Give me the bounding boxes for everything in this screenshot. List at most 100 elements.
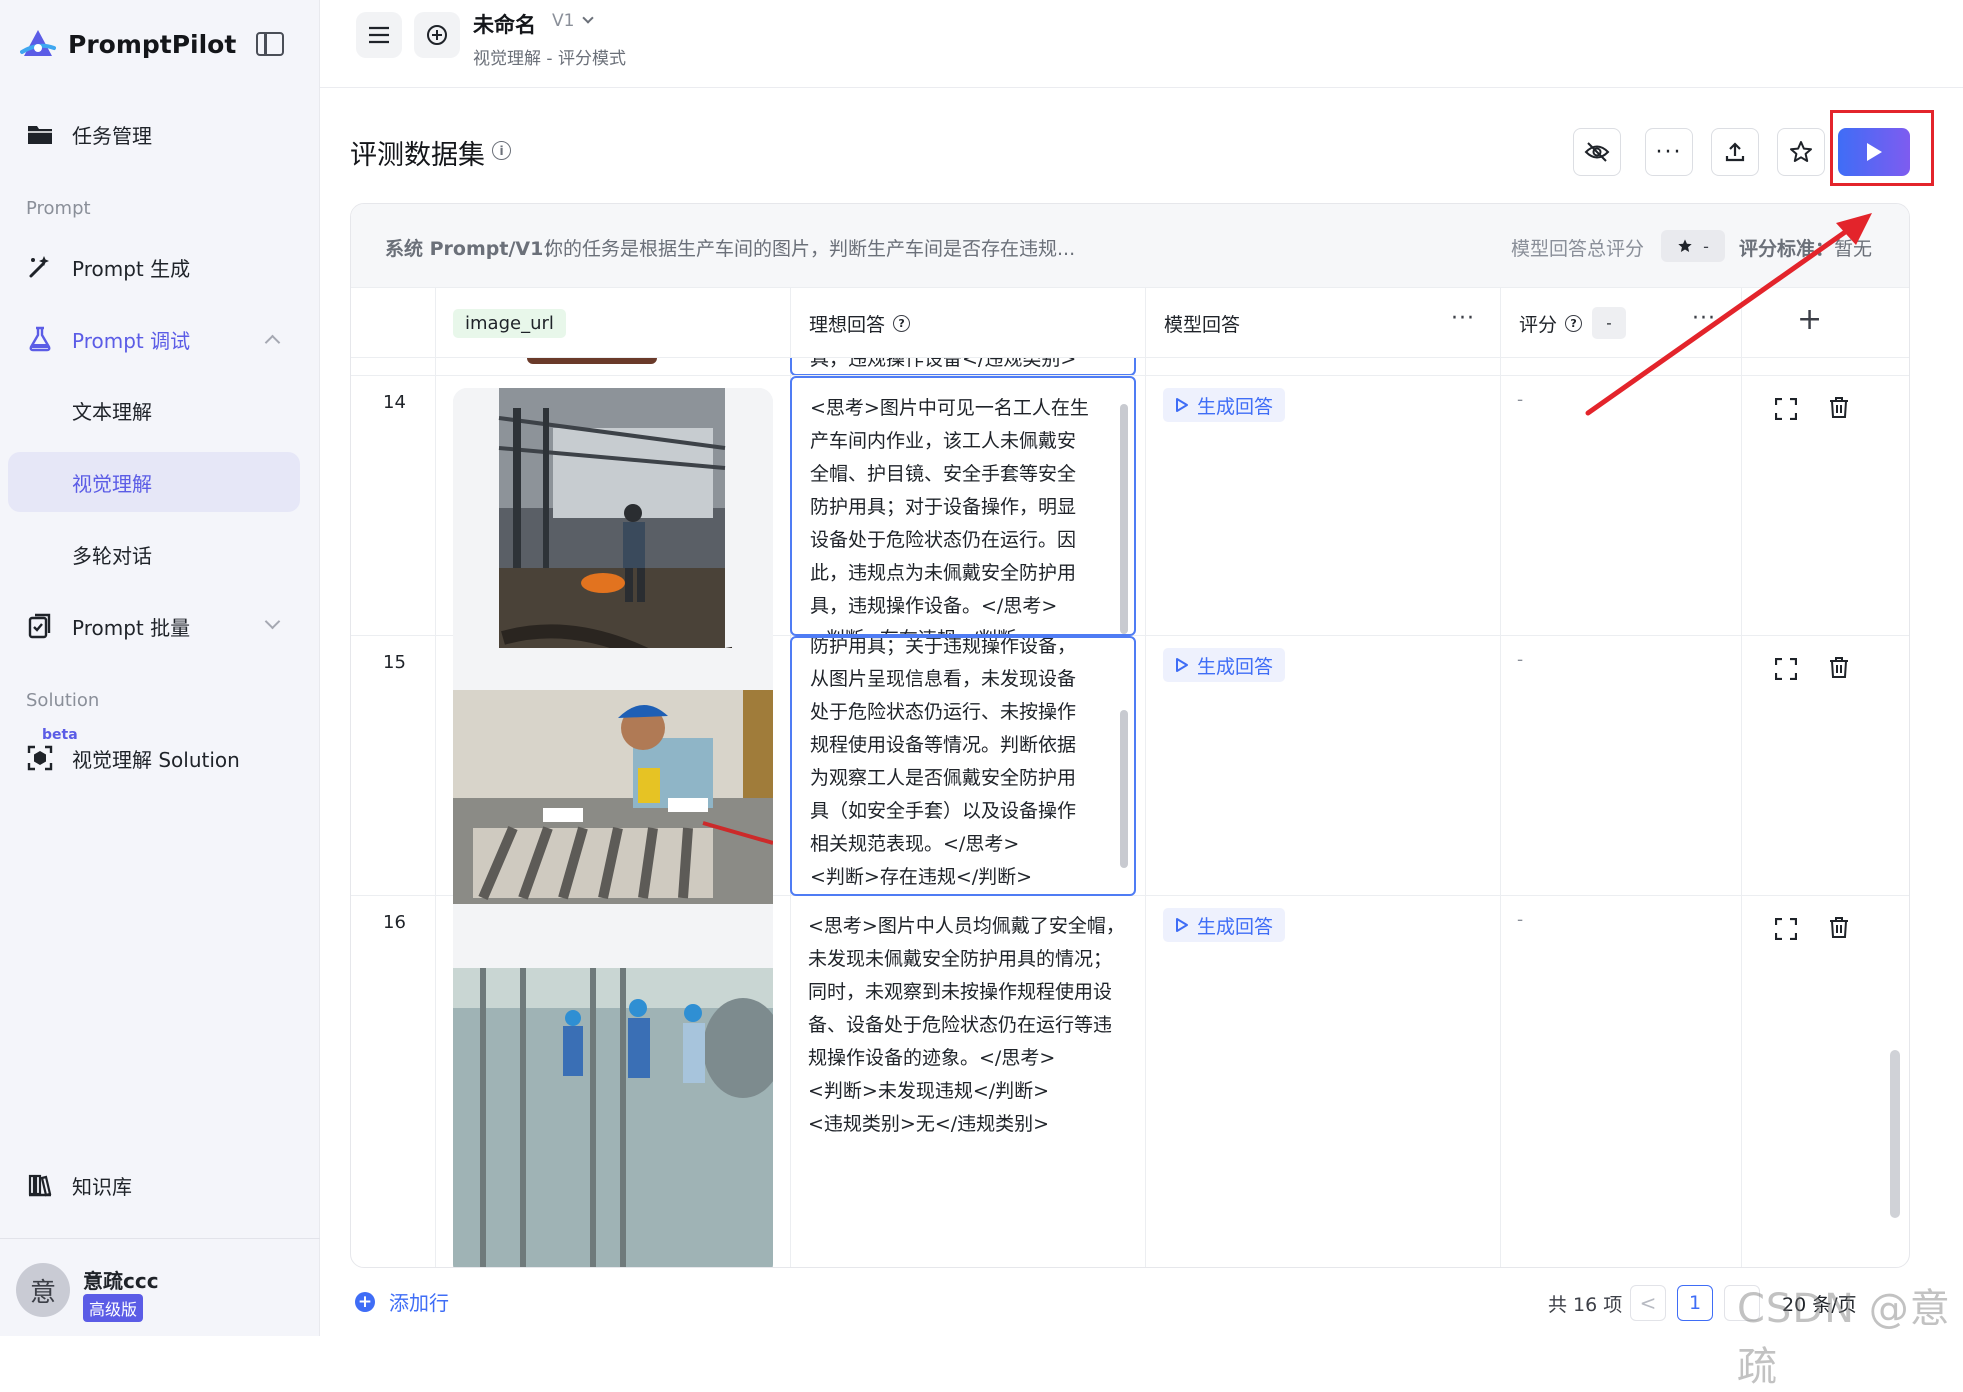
sidebar-item-text-understanding[interactable]: 文本理解: [8, 380, 300, 440]
ideal-answer-line: 防护用具；关于违规操作设备，: [810, 636, 1077, 657]
chevron-down-icon: [264, 613, 281, 630]
brand[interactable]: PromptPilot: [20, 26, 236, 62]
ideal-answer-line: 具，违规操作设备。</思考>: [810, 595, 1058, 617]
column-header-label: 评分: [1519, 313, 1558, 336]
sidebar-item-prompt-generate[interactable]: Prompt 生成: [8, 237, 300, 297]
ideal-answer-editor[interactable]: 防护用具；关于违规操作设备， 从图片呈现信息看，未发现设备 处于危险状态仍运行、未按…: [790, 636, 1136, 896]
generate-answer-button[interactable]: 生成回答: [1163, 908, 1285, 942]
brand-name: PromptPilot: [68, 29, 237, 59]
ideal-answer-line: <判断>存在违规</判断>: [810, 866, 1033, 888]
expand-icon[interactable]: [1775, 658, 1797, 680]
sidebar-item-prompt-batch[interactable]: Prompt 批量: [8, 596, 300, 656]
ideal-answer-editor[interactable]: <思考>图片中可见一名工人在生 产车间内作业，该工人未佩戴安 全帽、护目镜、安全手套…: [790, 376, 1136, 636]
row-number: 15: [383, 652, 406, 673]
row-number: 16: [383, 912, 406, 933]
sidebar: PromptPilot 任务管理 Prompt Prompt 生成 Prompt…: [0, 0, 320, 1336]
column-header-label: 理想回答: [809, 313, 886, 336]
score-value: -: [1517, 910, 1524, 930]
trash-icon[interactable]: [1828, 916, 1850, 938]
ideal-answer-line: <判断>存在违规</判断>: [810, 623, 1112, 634]
plus-circle-icon: [427, 25, 447, 45]
plus-icon: +: [355, 1291, 375, 1312]
hide-button[interactable]: [1573, 128, 1621, 176]
sidebar-item-prompt-debug[interactable]: Prompt 调试: [8, 309, 300, 369]
row-number: 14: [383, 392, 406, 413]
add-row-button[interactable]: + 添加行: [355, 1287, 449, 1316]
ideal-answer-line: 规程使用设备等情况。判断依据: [810, 734, 1077, 756]
sidebar-item-visual-solution[interactable]: 视觉理解 Solution: [8, 728, 300, 788]
play-outline-icon: [1176, 398, 1188, 412]
section-label-prompt: Prompt: [26, 198, 91, 219]
ideal-answer-text: 防护用具；关于违规操作设备， 从图片呈现信息看，未发现设备 处于危险状态仍运行、未按…: [810, 636, 1112, 894]
trash-icon[interactable]: [1828, 656, 1850, 678]
help-icon[interactable]: ?: [893, 314, 911, 332]
ideal-answer-line: <违规类别>无</违规类别>: [808, 1113, 1050, 1135]
user-profile[interactable]: 意 意疏ccc 高级版: [0, 1238, 320, 1336]
column-header-image-url[interactable]: image_url: [453, 288, 566, 358]
ideal-answer-line: <思考>图片中人员均佩戴了安全帽，: [808, 915, 1125, 937]
star-icon: [1790, 141, 1812, 162]
plant-photo-image: [453, 908, 773, 1267]
menu-button[interactable]: [356, 12, 402, 58]
sidebar-item-label: 视觉理解 Solution: [72, 747, 240, 772]
column-header-label: 模型回答: [1164, 313, 1241, 336]
folder-icon: [26, 120, 54, 148]
books-icon: [26, 1171, 54, 1199]
scrollbar[interactable]: [1120, 710, 1128, 868]
sidebar-item-label: 文本理解: [72, 399, 152, 424]
image-url-tag: image_url: [453, 308, 566, 338]
document-title[interactable]: 未命名: [473, 9, 536, 39]
play-outline-icon: [1176, 658, 1188, 672]
expand-icon[interactable]: [1775, 918, 1797, 940]
thumbnail-partial: [527, 358, 657, 364]
generate-answer-label: 生成回答: [1197, 655, 1274, 678]
pagination-page-1[interactable]: 1: [1677, 1285, 1713, 1321]
ideal-answer-line: 全帽、护目镜、安全手套等安全: [810, 463, 1077, 485]
version-select[interactable]: V1: [552, 11, 574, 31]
sidebar-collapse-icon[interactable]: [256, 32, 284, 56]
column-header-ideal[interactable]: 理想回答 ?: [809, 288, 911, 358]
score-value: -: [1517, 390, 1524, 410]
info-icon[interactable]: i: [492, 141, 511, 160]
upload-button[interactable]: [1711, 128, 1759, 176]
ideal-answer-line: 具（如安全手套）以及设备操作: [810, 800, 1077, 822]
ideal-answer-partial[interactable]: 具，违规操作设备</违规类别>: [790, 358, 1136, 375]
highlight-box-annotation: [1830, 110, 1934, 186]
generate-answer-button[interactable]: 生成回答: [1163, 648, 1285, 682]
sidebar-item-label: 知识库: [72, 1174, 132, 1199]
sidebar-item-knowledge-base[interactable]: 知识库: [8, 1155, 300, 1215]
favorite-button[interactable]: [1777, 128, 1825, 176]
new-button[interactable]: [414, 12, 460, 58]
system-prompt-text[interactable]: 你的任务是根据生产车间的图片，判断生产车间是否存在违规...: [544, 234, 1075, 261]
promptpilot-logo-icon: [20, 30, 56, 56]
sidebar-item-multi-turn[interactable]: 多轮对话: [8, 524, 300, 584]
table-scrollbar[interactable]: [1890, 1050, 1900, 1218]
generate-answer-button[interactable]: 生成回答: [1163, 388, 1285, 422]
eye-off-icon: [1584, 142, 1610, 162]
upload-icon: [1725, 142, 1745, 162]
chevron-down-icon[interactable]: [582, 12, 594, 24]
scrollbar[interactable]: [1120, 404, 1128, 634]
sidebar-item-visual-understanding[interactable]: 视觉理解: [8, 452, 300, 512]
more-icon: ···: [1655, 139, 1683, 165]
ideal-answer-editor[interactable]: <思考>图片中人员均佩戴了安全帽， 未发现未佩戴安全防护用具的情况； 同时，未观察到…: [790, 896, 1136, 1156]
ideal-answer-text: <思考>图片中人员均佩戴了安全帽， 未发现未佩戴安全防护用具的情况； 同时，未观察到…: [808, 910, 1125, 1141]
magic-wand-icon: [26, 253, 54, 281]
ideal-answer-line: 此，违规点为未佩戴安全防护用: [810, 562, 1077, 584]
ideal-answer-line: 备、设备处于危险状态仍在运行等违: [808, 1014, 1113, 1036]
sidebar-item-task-management[interactable]: 任务管理: [8, 104, 300, 164]
ideal-answer-line: 未发现未佩戴安全防护用具的情况；: [808, 948, 1113, 970]
table-row: 15 防护用具；关于违规操作设备， 从图片呈现信息看，未发现设备 处于危险状态仍运行…: [351, 636, 1909, 948]
more-button[interactable]: ···: [1645, 128, 1693, 176]
generate-answer-label: 生成回答: [1197, 395, 1274, 418]
sidebar-item-label: 视觉理解: [72, 471, 152, 496]
system-prompt-label: 系统 Prompt/V1：: [385, 238, 563, 260]
document-subtitle: 视觉理解 - 评分模式: [473, 49, 626, 69]
pagination-prev-button[interactable]: <: [1630, 1285, 1666, 1321]
column-menu-icon[interactable]: ···: [1451, 306, 1475, 331]
column-header-model[interactable]: 模型回答: [1164, 288, 1240, 358]
ideal-answer-line: 防护用具；对于设备操作，明显: [810, 496, 1077, 518]
image-cell[interactable]: [453, 908, 773, 1267]
ideal-answer-line: 相关规范表现。</思考>: [810, 833, 1020, 855]
chevron-up-icon: [264, 334, 281, 351]
